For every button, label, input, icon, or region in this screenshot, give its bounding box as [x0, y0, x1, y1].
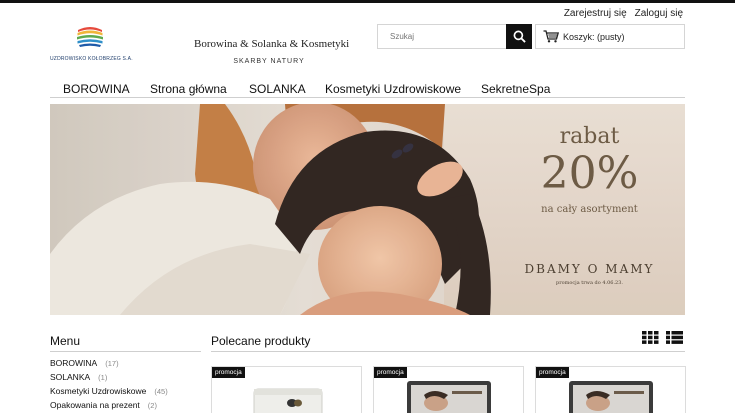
menu-item-solanka[interactable]: SOLANKA (1)	[50, 372, 201, 386]
product-card[interactable]: promocja	[373, 366, 524, 413]
product-image	[253, 388, 323, 413]
top-bar	[0, 0, 735, 3]
menu-title: Menu	[50, 334, 81, 348]
product-image	[407, 381, 491, 413]
featured-title: Polecane produkty	[211, 334, 311, 348]
grid-view-icon[interactable]	[642, 331, 659, 344]
search-icon	[513, 30, 526, 43]
featured-divider	[211, 351, 685, 352]
cart-label: Koszyk: (pusty)	[563, 31, 625, 42]
menu-item-count: (2)	[147, 401, 157, 410]
product-card[interactable]: promocja	[535, 366, 686, 413]
main-nav: BOROWINA Strona główna SOLANKA Kosmetyki…	[50, 82, 685, 98]
promo-banner[interactable]: rabat 20% na cały asortyment DBAMY O MAM…	[50, 104, 685, 315]
list-view-icon[interactable]	[666, 331, 683, 344]
nav-item-solanka[interactable]: SOLANKA	[249, 82, 306, 96]
nav-item-sekretnespa[interactable]: SekretneSpa	[481, 82, 550, 96]
banner-headline: DBAMY O MAMY	[524, 262, 655, 276]
banner-note: promocja trwa do 4.06.23.	[556, 280, 623, 286]
menu-item-label: SOLANKA	[50, 372, 91, 382]
logo[interactable]: UZDROWISKO KOŁOBRZEG S.A.	[50, 22, 133, 66]
product-card[interactable]: promocja	[211, 366, 362, 413]
brand-title: Borowina & Solanka & Kosmetyki	[194, 38, 350, 50]
search-button[interactable]	[506, 24, 532, 49]
nav-item-borowina[interactable]: BOROWINA	[63, 82, 130, 96]
nav-item-home[interactable]: Strona główna	[150, 82, 227, 96]
banner-rabat: rabat	[559, 124, 620, 149]
account-links: Zarejestruj się Zaloguj się	[564, 8, 683, 19]
category-menu: BOROWINA (17) SOLANKA (1) Kosmetyki Uzdrow…	[50, 358, 201, 413]
menu-item-kosmetyki[interactable]: Kosmetyki Uzdrowiskowe (45)	[50, 386, 201, 400]
logo-text: UZDROWISKO KOŁOBRZEG S.A.	[50, 56, 133, 62]
logo-emblem-icon	[77, 23, 103, 49]
cart-button[interactable]: Koszyk: (pusty)	[535, 24, 685, 49]
menu-item-count: (45)	[154, 387, 168, 396]
menu-divider	[50, 351, 201, 352]
menu-item-opakowania[interactable]: Opakowania na prezent (2)	[50, 400, 201, 413]
brand-header: Borowina & Solanka & Kosmetyki SKARBY NA…	[194, 38, 350, 65]
menu-item-borowina[interactable]: BOROWINA (17)	[50, 358, 201, 372]
nav-item-kosmetyki[interactable]: Kosmetyki Uzdrowiskowe	[325, 82, 461, 96]
brand-subtitle: SKARBY NATURY	[233, 58, 305, 65]
search-input[interactable]	[378, 25, 503, 48]
menu-item-count: (1)	[98, 373, 108, 382]
register-link[interactable]: Zarejestruj się	[564, 8, 627, 19]
menu-item-label: Opakowania na prezent	[50, 400, 140, 410]
banner-subtitle: na cały asortyment	[541, 204, 638, 215]
menu-item-label: BOROWINA	[50, 358, 98, 368]
cart-icon	[543, 30, 559, 43]
banner-text: rabat 20% na cały asortyment DBAMY O MAM…	[494, 104, 685, 315]
banner-percent: 20%	[540, 148, 639, 199]
menu-item-count: (17)	[105, 359, 119, 368]
login-link[interactable]: Zaloguj się	[635, 8, 683, 19]
search-bar	[377, 24, 532, 49]
menu-item-label: Kosmetyki Uzdrowiskowe	[50, 386, 147, 396]
product-image	[569, 381, 653, 413]
